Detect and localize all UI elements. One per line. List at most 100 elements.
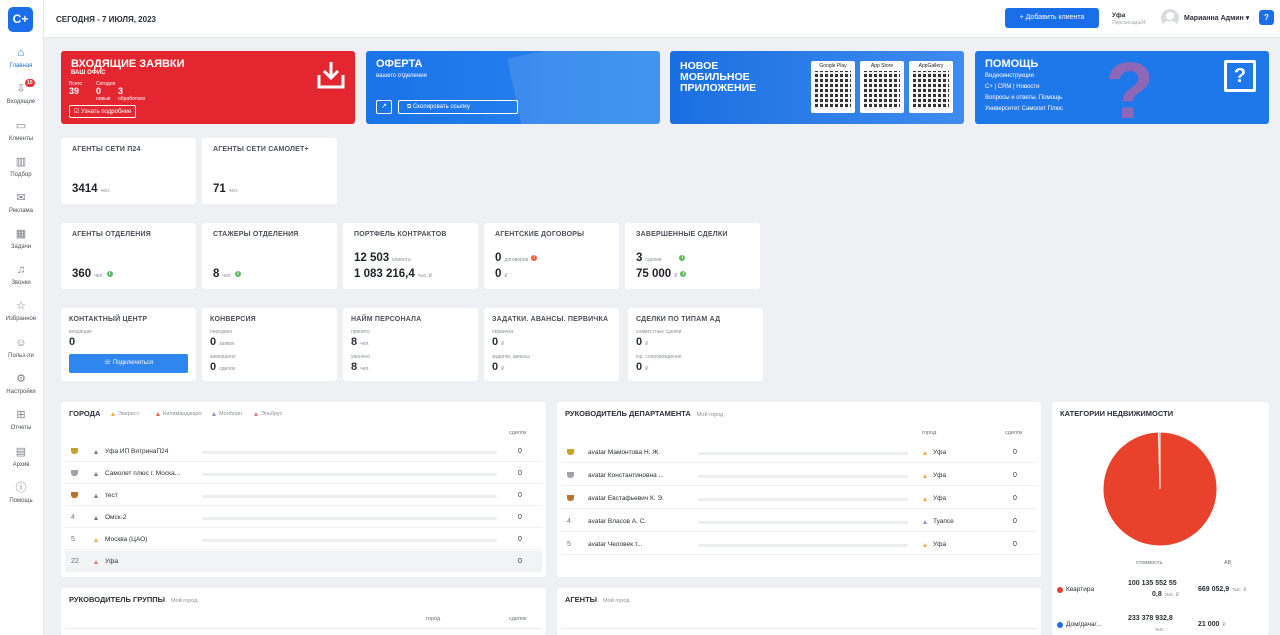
category-row[interactable]: Квартира 100 135 552 55 0,8 тыс. ₽669 052,9… <box>1052 578 1269 608</box>
divider <box>65 628 542 629</box>
help-button[interactable]: ? <box>1259 10 1274 25</box>
trophy-icon <box>71 492 78 498</box>
star-icon: ☆ <box>16 300 26 312</box>
sidebar-item-building[interactable]: ▥ Подбор <box>0 155 42 178</box>
incoming-requests-banner[interactable]: ВХОДЯЩИЕ ЗАЯВКИ ВАШ ОФИС Всего 39 Сегодня… <box>61 51 355 124</box>
rank-triangle-icon <box>923 474 927 478</box>
sidebar-item-gear[interactable]: ⚙ Настройки <box>0 372 42 395</box>
table-row[interactable]: Уфа ИП ВитринаП24 0 <box>65 441 542 462</box>
cost-unit: тыс. ₽ <box>1164 592 1180 598</box>
hiring-card[interactable]: НАЙМ ПЕРСОНАЛА принято 8 чел. уволено 8 че… <box>343 308 478 381</box>
head-city: Уфа <box>933 495 947 502</box>
completed-deals-card[interactable]: ЗАВЕРШЕННЫЕ СДЕЛКИ 3 сделки i 75 000 ₽ i <box>625 223 760 289</box>
rank <box>567 495 574 503</box>
help-question-icon: ? <box>1224 60 1256 92</box>
deals-count: 0 <box>1013 518 1017 525</box>
ad-deals-card[interactable]: СДЕЛКИ ПО ТИПАМ АД совместные сделки 0 ₽ … <box>628 308 763 381</box>
app-store-qr[interactable]: App Store <box>860 61 904 113</box>
mobile-app-banner[interactable]: НОВОЕ МОБИЛЬНОЕ ПРИЛОЖЕНИЕ Google Play A… <box>670 51 964 124</box>
sidebar-item-inbox[interactable]: ⇩ Входящие 10 <box>0 79 42 105</box>
app-logo[interactable]: C+ <box>8 7 33 32</box>
my-city-filter[interactable]: Мой город <box>603 598 629 604</box>
rank: 5 <box>71 536 75 543</box>
contact-center-card: КОНТАКТНЫЙ ЦЕНТР входящие 0 ☏ Подключить… <box>61 308 196 381</box>
legend-item[interactable]: Эверест <box>111 411 139 417</box>
sidebar-item-bell[interactable]: ♫ Звонки <box>0 263 42 286</box>
triangle-icon <box>254 411 258 416</box>
deals-column-header: сделок <box>1005 430 1023 436</box>
offer-subtitle: вашего отделения <box>376 73 427 79</box>
sidebar-item-briefcase[interactable]: ▭ Клиенты <box>0 119 42 142</box>
head-name: avatar Человек т... <box>588 541 643 548</box>
my-city-filter[interactable]: Мой город <box>171 598 197 604</box>
trophy-icon <box>71 448 78 454</box>
table-row[interactable]: 4 avatar Власов А. С. Туапсе 0 <box>561 511 1037 532</box>
dept-agents-card[interactable]: АГЕНТЫ ОТДЕЛЕНИЯ 360 чел. i <box>61 223 196 289</box>
deals-count: 0 <box>1013 541 1017 548</box>
deals-column-header: сделок <box>509 616 527 622</box>
table-row[interactable]: 5 avatar Человек т... Уфа 0 <box>561 534 1037 555</box>
table-row[interactable]: тест 0 <box>65 485 542 506</box>
sidebar-item-info[interactable]: ⓘ Помощь <box>0 481 42 504</box>
agent-contracts-card[interactable]: АГЕНТСКИЕ ДОГОВОРЫ 0 договоров! 0 ₽ <box>484 223 619 289</box>
city-column-header: город <box>426 616 441 622</box>
my-city-filter[interactable]: Мой город <box>697 412 723 418</box>
network-p24-card[interactable]: АГЕНТЫ СЕТИ П24 3414 чел. <box>61 138 196 204</box>
help-banner[interactable]: ? ПОМОЩЬ Видеоинструкция C+ | CRM | Ново… <box>975 51 1269 124</box>
sidebar-item-label: Помощь <box>9 498 33 504</box>
table-row[interactable]: Самолет плюс г. Моска... 0 <box>65 463 542 484</box>
sidebar-item-cart[interactable]: ⊞ Отчеты <box>0 408 42 431</box>
info-icon: i <box>679 254 686 261</box>
table-row[interactable]: avatar Константиновна ... Уфа 0 <box>561 465 1037 486</box>
sidebar-item-star[interactable]: ☆ Избранное <box>0 299 42 322</box>
legend-item[interactable]: Эльбрус <box>254 411 282 417</box>
network-samolet-card[interactable]: АГЕНТЫ СЕТИ САМОЛЕТ+ 71 чел. <box>202 138 337 204</box>
help-link-university[interactable]: Университет Самолет Плюс <box>985 106 1063 112</box>
learn-more-button[interactable]: ☑ Узнать подробнее <box>69 105 137 118</box>
legend-item[interactable]: Килиманджаро <box>156 411 202 417</box>
category-cost-unit: 0,8 тыс. ₽ <box>1152 591 1179 598</box>
legend-item[interactable]: Монблан <box>212 411 242 417</box>
connect-button[interactable]: ☏ Подключиться <box>69 354 188 373</box>
app-gallery-qr[interactable]: AppGallery <box>909 61 953 113</box>
city-name: Уфа ИП ВитринаП24 <box>105 448 169 455</box>
google-play-qr[interactable]: Google Play <box>811 61 855 113</box>
head-city: Уфа <box>933 472 947 479</box>
help-link-faq[interactable]: Вопросы и ответы. Помощь <box>985 95 1062 101</box>
copy-link-button[interactable]: ⧉ Скопировать ссылку <box>398 100 518 114</box>
head-name: avatar Власов А. С. <box>588 518 647 525</box>
sidebar-item-megaphone[interactable]: ✉ Реклама <box>0 191 42 214</box>
department-heads-panel: РУКОВОДИТЕЛЬ ДЕПАРТАМЕНТА Мой город город… <box>557 402 1041 577</box>
property-categories-panel: КАТЕГОРИИ НЕДВИЖИМОСТИ стоимость АВ Квар… <box>1052 402 1269 635</box>
sidebar-item-label: Подбор <box>10 172 32 178</box>
dept-trainees-card[interactable]: СТАЖЕРЫ ОТДЕЛЕНИЯ 8 чел. i <box>202 223 337 289</box>
category-row[interactable]: Дом/дача/... 233 378 932,8 тыс. 21 000 ₽ <box>1052 613 1269 635</box>
add-client-button[interactable]: + Добавить клиента <box>1005 8 1099 28</box>
sidebar-item-label: Польз-ли <box>8 353 34 359</box>
table-row[interactable]: 22 Уфа 0 <box>65 551 542 572</box>
city-name[interactable]: Уфа <box>1112 12 1125 19</box>
help-link-video[interactable]: Видеоинструкция <box>985 73 1034 79</box>
sidebar: C+ ⌂ Главная ⇩ Входящие 10 ▭ Клиенты ▥ Подбор ✉ Ре… <box>0 0 44 635</box>
table-row[interactable]: avatar Евстафьевич К. Э. Уфа 0 <box>561 488 1037 509</box>
external-link-icon[interactable]: ↗ <box>376 100 392 114</box>
table-row[interactable]: 4 Омск-2 0 <box>65 507 542 528</box>
deposits-card[interactable]: ЗАДАТКИ. АВАНСЫ. ПЕРВИЧКА первичка 0 ₽ за… <box>484 308 619 381</box>
portfolio-card[interactable]: ПОРТФЕЛЬ КОНТРАКТОВ 12 503 клиента 1 083 … <box>343 223 478 289</box>
table-row[interactable]: 5 Москва (ЦАО) 0 <box>65 529 542 550</box>
user-avatar[interactable] <box>1161 9 1179 27</box>
progress-bar <box>202 473 497 476</box>
help-link-news[interactable]: C+ | CRM | Новости <box>985 84 1040 90</box>
categories-title: КАТЕГОРИИ НЕДВИЖИМОСТИ <box>1060 409 1174 418</box>
sidebar-item-calendar[interactable]: ▦ Задачи <box>0 227 42 250</box>
offer-banner[interactable]: ОФЕРТА вашего отделения ↗ ⧉ Скопировать … <box>366 51 660 124</box>
categories-pie-chart[interactable] <box>1101 430 1219 548</box>
sidebar-item-users[interactable]: ☺ Польз-ли <box>0 336 42 359</box>
table-row[interactable]: avatar Мамонтова Н. Ж. Уфа 0 <box>561 442 1037 463</box>
conversion-card[interactable]: КОНВЕРСИЯ передано 0 заявок завершено 0 сд… <box>202 308 337 381</box>
user-menu[interactable]: Марианна Админ ▾ <box>1184 14 1249 22</box>
sidebar-item-archive[interactable]: ▤ Архив <box>0 445 42 468</box>
progress-bar <box>202 451 497 454</box>
av-unit: тыс. ₽ <box>1232 587 1247 593</box>
sidebar-item-home[interactable]: ⌂ Главная <box>0 46 42 69</box>
